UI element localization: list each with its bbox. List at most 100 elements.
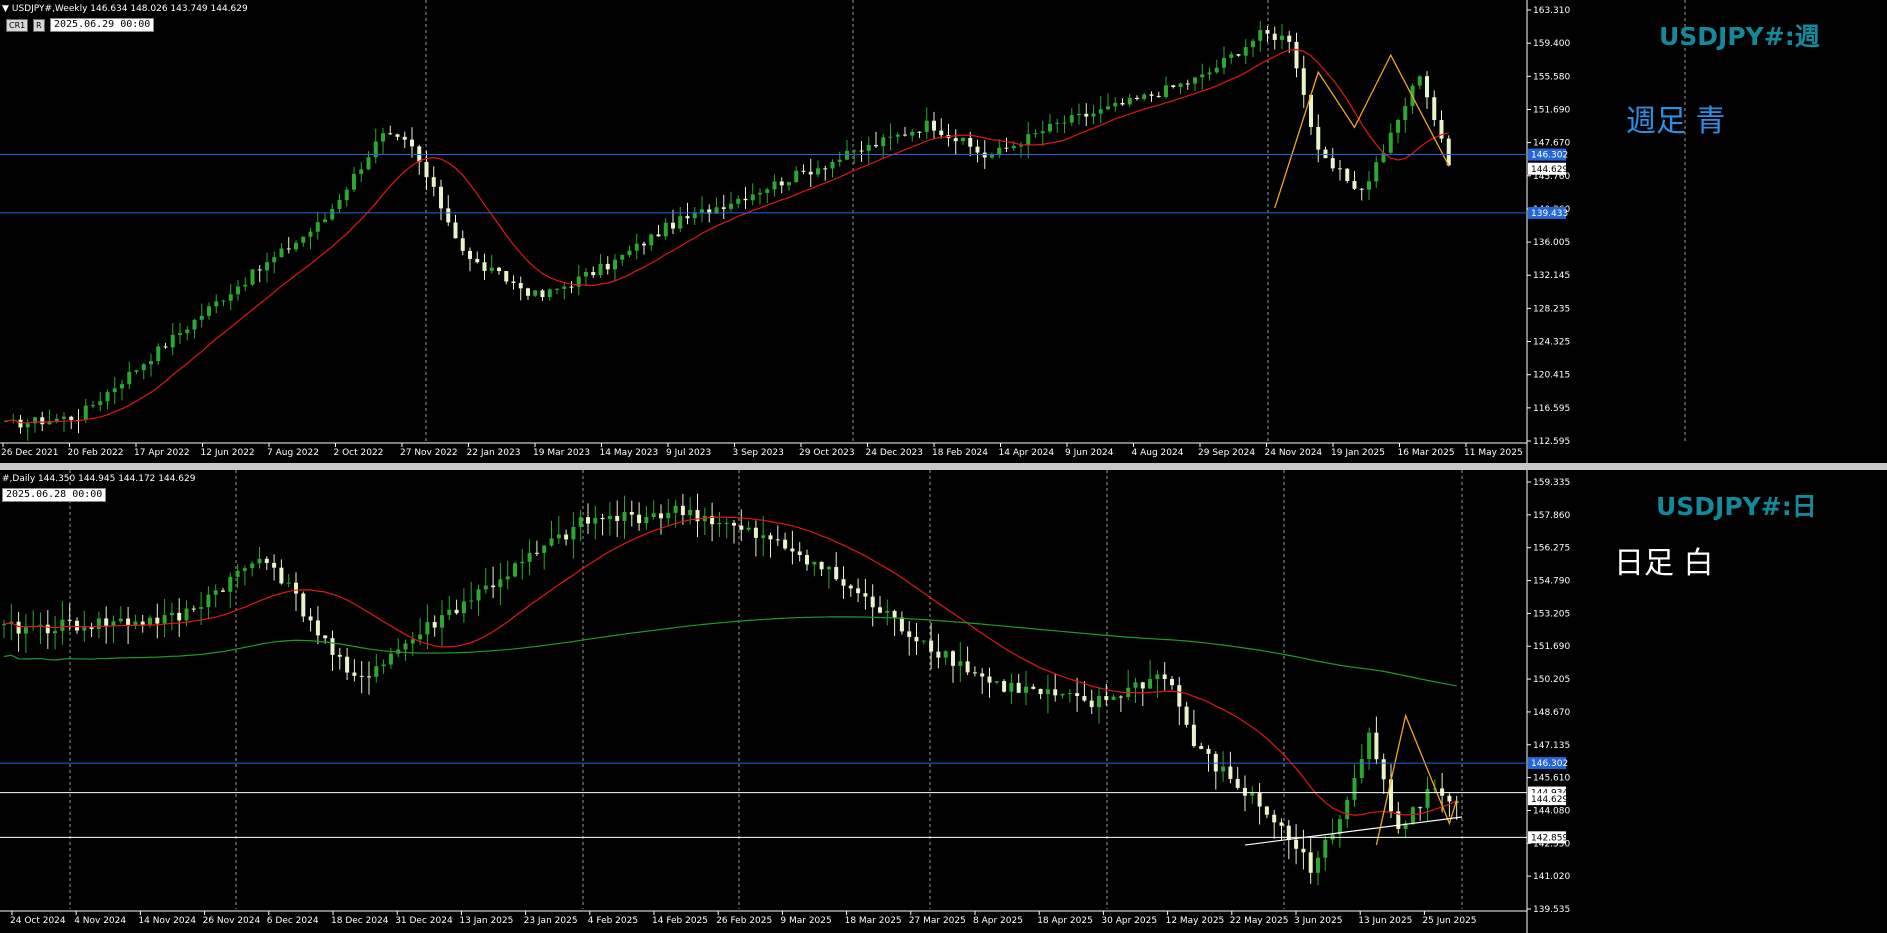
candle-body [1162, 674, 1167, 680]
r-button[interactable]: R [33, 19, 45, 32]
candle-body [987, 676, 992, 683]
weekly-chart-pane[interactable]: 163.310 159.400 155.580 151.690 147.670 145.7… [0, 0, 1887, 465]
candle-body [1024, 686, 1028, 693]
time-tick-label: 20 Feb 2022 [68, 448, 124, 458]
weekly-chart-header: ▼ USDJPY#,Weekly 146.634 148.026 143.749 … [2, 4, 248, 14]
candle-body [1214, 67, 1219, 73]
candle-body [673, 505, 678, 513]
time-tick-label: 29 Sep 2024 [1198, 448, 1255, 458]
candle-body [264, 558, 269, 563]
time-tick-label: 16 Mar 2025 [1398, 448, 1455, 458]
candle-body [761, 535, 766, 538]
weekly-price-chart[interactable]: 163.310159.400155.580151.690147.670145.7… [0, 0, 1887, 465]
candle-body [642, 243, 646, 246]
candle-body [600, 517, 605, 520]
candle-body [96, 618, 101, 630]
candle-body [526, 288, 530, 296]
candle-body [659, 513, 663, 519]
candle-body [170, 334, 175, 348]
candle-body [148, 617, 152, 625]
price-tick-label: 136.005 [1533, 238, 1570, 248]
pane-divider[interactable] [0, 463, 1887, 470]
candle-body [1316, 126, 1321, 150]
daily-chart-pane[interactable]: 159.335 157.860 156.275 154.790 153.205 151.6… [0, 470, 1887, 933]
candle-body [344, 189, 349, 201]
candle-body [1374, 732, 1379, 760]
time-tick-label: 26 Nov 2024 [203, 916, 261, 926]
candle-body [1104, 696, 1109, 700]
candle-body [1279, 822, 1284, 826]
candle-body [899, 617, 904, 632]
candle-body [1118, 696, 1123, 698]
candle-body [671, 222, 675, 229]
candle-body [765, 189, 770, 193]
candle-body [866, 144, 871, 151]
price-tick-label: 147.135 [1533, 741, 1570, 751]
candle-body [1097, 696, 1101, 708]
time-tick-label: 6 Dec 2024 [267, 916, 319, 926]
candle-body [805, 555, 809, 565]
current-price-tag-label: 144.629 [1531, 165, 1568, 175]
cr1-button[interactable]: CR1 [6, 19, 29, 32]
candle-body [721, 207, 726, 209]
price-tick-label: 159.335 [1533, 478, 1570, 488]
candle-body [323, 635, 328, 639]
time-tick-label: 18 Apr 2025 [1037, 916, 1093, 926]
candle-body [924, 120, 929, 132]
time-tick-label: 9 Jul 2023 [666, 448, 711, 458]
candle-body [1396, 119, 1400, 133]
candle-body [620, 255, 625, 260]
candle-body [402, 136, 407, 140]
candle-body [1199, 746, 1204, 749]
time-tick-label: 24 Dec 2023 [866, 448, 924, 458]
candle-body [425, 622, 430, 635]
candle-body [140, 621, 145, 625]
candle-body [395, 134, 400, 137]
candle-body [856, 588, 861, 594]
candle-body [907, 631, 912, 637]
candle-body [1222, 57, 1226, 68]
candle-body [790, 548, 795, 552]
candle-body [272, 257, 277, 263]
candle-body [1229, 54, 1234, 58]
price-tick-label: 150.205 [1533, 675, 1570, 685]
candle-body [1352, 777, 1357, 800]
candle-body [1258, 30, 1263, 41]
candle-body [1185, 83, 1190, 85]
candle-body [1113, 102, 1118, 107]
candle-body [388, 133, 393, 135]
candle-body [520, 561, 525, 564]
candle-body [1388, 132, 1393, 153]
candle-body [40, 417, 45, 425]
price-tick-label: 112.595 [1533, 437, 1570, 447]
candle-body [651, 513, 656, 518]
candle-body [192, 319, 197, 330]
collapse-triangle-icon[interactable]: ▼ [2, 4, 9, 14]
candle-body [779, 181, 784, 186]
daily-chart-header: #,Daily 144.350 144.945 144.172 144.629 [2, 474, 196, 484]
candle-body [446, 208, 451, 223]
candle-body [257, 558, 262, 564]
price-tick-label: 124.325 [1533, 338, 1570, 348]
daily-price-chart[interactable]: 159.335 157.860 156.275 154.790 153.205 151.6… [0, 470, 1887, 933]
candle-body [555, 288, 559, 290]
candle-body [797, 551, 802, 556]
weekly-ohlc-text: USDJPY#,Weekly 146.634 148.026 143.749 1… [11, 4, 248, 14]
price-tick-label: 141.020 [1533, 872, 1570, 882]
time-tick-label: 4 Feb 2025 [588, 916, 638, 926]
candle-body [1053, 689, 1058, 696]
candle-body [1264, 806, 1269, 815]
candle-body [732, 522, 736, 526]
candle-body [1170, 679, 1174, 686]
candle-body [578, 517, 583, 527]
price-tick-label: 145.610 [1533, 774, 1570, 784]
candle-body [1257, 793, 1262, 807]
candle-body [1040, 131, 1045, 134]
candle-body [308, 616, 313, 621]
candle-body [82, 627, 87, 631]
candle-body [892, 610, 897, 618]
time-tick-label: 22 May 2025 [1230, 916, 1289, 926]
candle-body [936, 651, 941, 658]
candle-body [997, 147, 1002, 155]
candle-body [980, 673, 985, 677]
